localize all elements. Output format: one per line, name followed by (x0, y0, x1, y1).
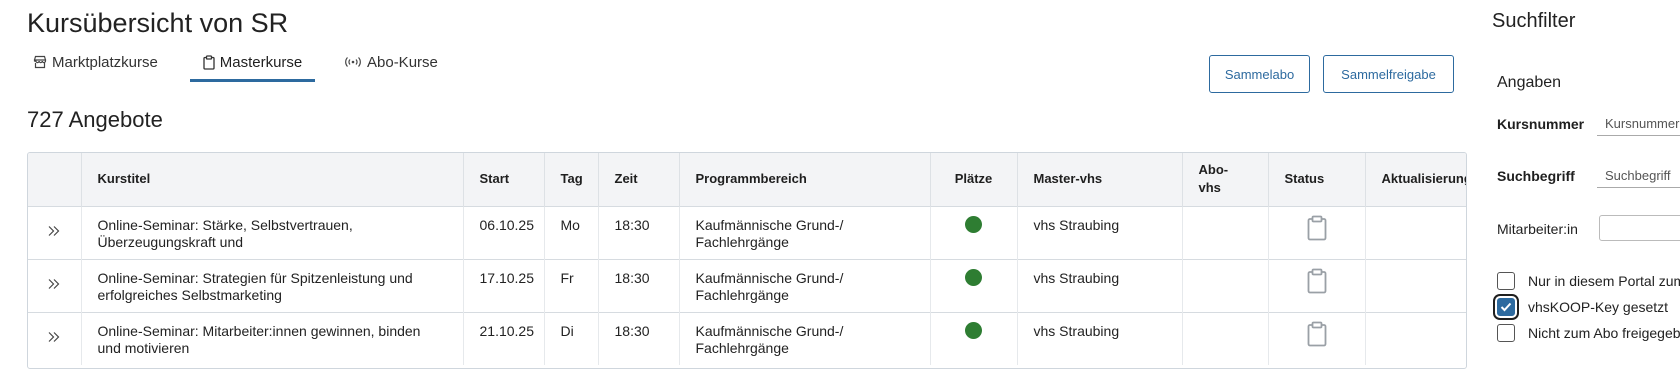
nur-portal-checkbox[interactable] (1497, 272, 1515, 290)
course-master-vhs: vhs Straubing (1017, 312, 1183, 365)
course-title[interactable]: Online-Seminar: Mitarbeiter:innen gewinn… (81, 312, 464, 365)
tab-label: Marktplatzkurse (52, 54, 158, 71)
course-updated (1365, 206, 1466, 259)
table-header-row: Kurstitel Start Tag Zeit Programmbereich… (28, 153, 1466, 206)
tab-marktplatzkurse[interactable]: Marktplatzkurse (27, 50, 190, 82)
clipboard-icon[interactable] (1307, 321, 1327, 347)
suchbegriff-input[interactable] (1597, 164, 1680, 188)
availability-dot (965, 321, 982, 339)
column-header-plaetze[interactable]: Plätze (930, 153, 1018, 206)
table-row[interactable]: Online-Seminar: Stärke, Selbstvertrauen,… (28, 206, 1466, 259)
course-start: 17.10.25 (463, 259, 545, 312)
checkbox-label: vhsKOOP-Key gesetzt (1528, 299, 1669, 315)
course-updated (1365, 259, 1466, 312)
filter-checkbox-row: Nicht zum Abo freigegeben (1497, 324, 1680, 342)
courses-table: Kurstitel Start Tag Zeit Programmbereich… (27, 152, 1467, 369)
availability-dot (965, 215, 982, 233)
column-header-status[interactable]: Status (1268, 153, 1366, 206)
results-count: 727 Angebote (27, 107, 163, 132)
course-day: Fr (544, 259, 599, 312)
course-tabs: Marktplatzkurse Masterkurse Abo-Kurse (27, 50, 438, 82)
tab-label: Masterkurse (219, 54, 303, 71)
tab-masterkurse[interactable]: Masterkurse (190, 50, 315, 82)
column-header-abo-vhs[interactable]: Abo-vhs (1182, 153, 1269, 206)
kursnummer-label: Kursnummer (1497, 116, 1585, 132)
mitarbeiter-label: Mitarbeiter:in (1497, 221, 1578, 237)
filter-title: Suchfilter (1492, 10, 1576, 32)
course-start: 06.10.25 (463, 206, 545, 259)
tab-abo-kurse[interactable]: Abo-Kurse (315, 50, 438, 82)
kursnummer-input[interactable] (1597, 112, 1680, 136)
course-abo-vhs (1182, 259, 1269, 312)
course-day: Mo (544, 206, 599, 259)
course-title[interactable]: Online-Seminar: Stärke, Selbstvertrauen,… (81, 206, 464, 259)
sammelabo-button[interactable]: Sammelabo (1209, 55, 1310, 93)
broadcast-icon (344, 55, 362, 69)
course-time: 18:30 (598, 259, 680, 312)
column-header-start[interactable]: Start (463, 153, 545, 206)
table-row[interactable]: Online-Seminar: Mitarbeiter:innen gewinn… (28, 312, 1466, 365)
expand-row-icon[interactable] (47, 278, 61, 290)
clipboard-icon[interactable] (1307, 268, 1327, 294)
column-header-programmbereich[interactable]: Programmbereich (679, 153, 931, 206)
course-abo-vhs (1182, 312, 1269, 365)
column-header-aktualisierung[interactable]: Aktualisierung (1365, 153, 1466, 206)
course-day: Di (544, 312, 599, 365)
checkbox-label: Nur in diesem Portal zum Abo (1528, 273, 1680, 289)
column-header-kurstitel[interactable]: Kurstitel (81, 153, 464, 206)
mitarbeiter-select[interactable] (1599, 215, 1680, 241)
sammelfreigabe-button[interactable]: Sammelfreigabe (1323, 55, 1454, 93)
clipboard-icon (203, 55, 215, 70)
course-program-area: Kaufmännische Grund-/ Fachlehrgänge (679, 259, 931, 312)
clipboard-icon[interactable] (1307, 215, 1327, 241)
tab-label: Abo-Kurse (367, 54, 438, 71)
column-header-zeit[interactable]: Zeit (598, 153, 680, 206)
course-time: 18:30 (598, 312, 680, 365)
page-title: Kursübersicht von SR (27, 8, 289, 38)
course-title[interactable]: Online-Seminar: Strategien für Spitzenle… (81, 259, 464, 312)
vhskoop-checkbox[interactable] (1497, 298, 1515, 316)
course-program-area: Kaufmännische Grund-/ Fachlehrgänge (679, 206, 931, 259)
filter-checkbox-row: vhsKOOP-Key gesetzt (1497, 298, 1668, 316)
checkbox-label: Nicht zum Abo freigegeben (1528, 325, 1680, 341)
course-start: 21.10.25 (463, 312, 545, 365)
course-master-vhs: vhs Straubing (1017, 206, 1183, 259)
nicht-freigegeben-checkbox[interactable] (1497, 324, 1515, 342)
storefront-icon (33, 55, 47, 69)
table-row[interactable]: Online-Seminar: Strategien für Spitzenle… (28, 259, 1466, 312)
expand-row-icon[interactable] (47, 331, 61, 343)
expand-row-icon[interactable] (47, 225, 61, 237)
course-time: 18:30 (598, 206, 680, 259)
column-header-expand (28, 153, 82, 206)
filter-section-angaben: Angaben (1497, 74, 1562, 91)
suchbegriff-label: Suchbegriff (1497, 168, 1575, 184)
course-updated (1365, 312, 1466, 365)
filter-checkbox-row: Nur in diesem Portal zum Abo (1497, 272, 1680, 290)
column-header-master-vhs[interactable]: Master-vhs (1017, 153, 1183, 206)
course-master-vhs: vhs Straubing (1017, 259, 1183, 312)
course-abo-vhs (1182, 206, 1269, 259)
availability-dot (965, 268, 982, 286)
course-program-area: Kaufmännische Grund-/ Fachlehrgänge (679, 312, 931, 365)
column-header-tag[interactable]: Tag (544, 153, 599, 206)
